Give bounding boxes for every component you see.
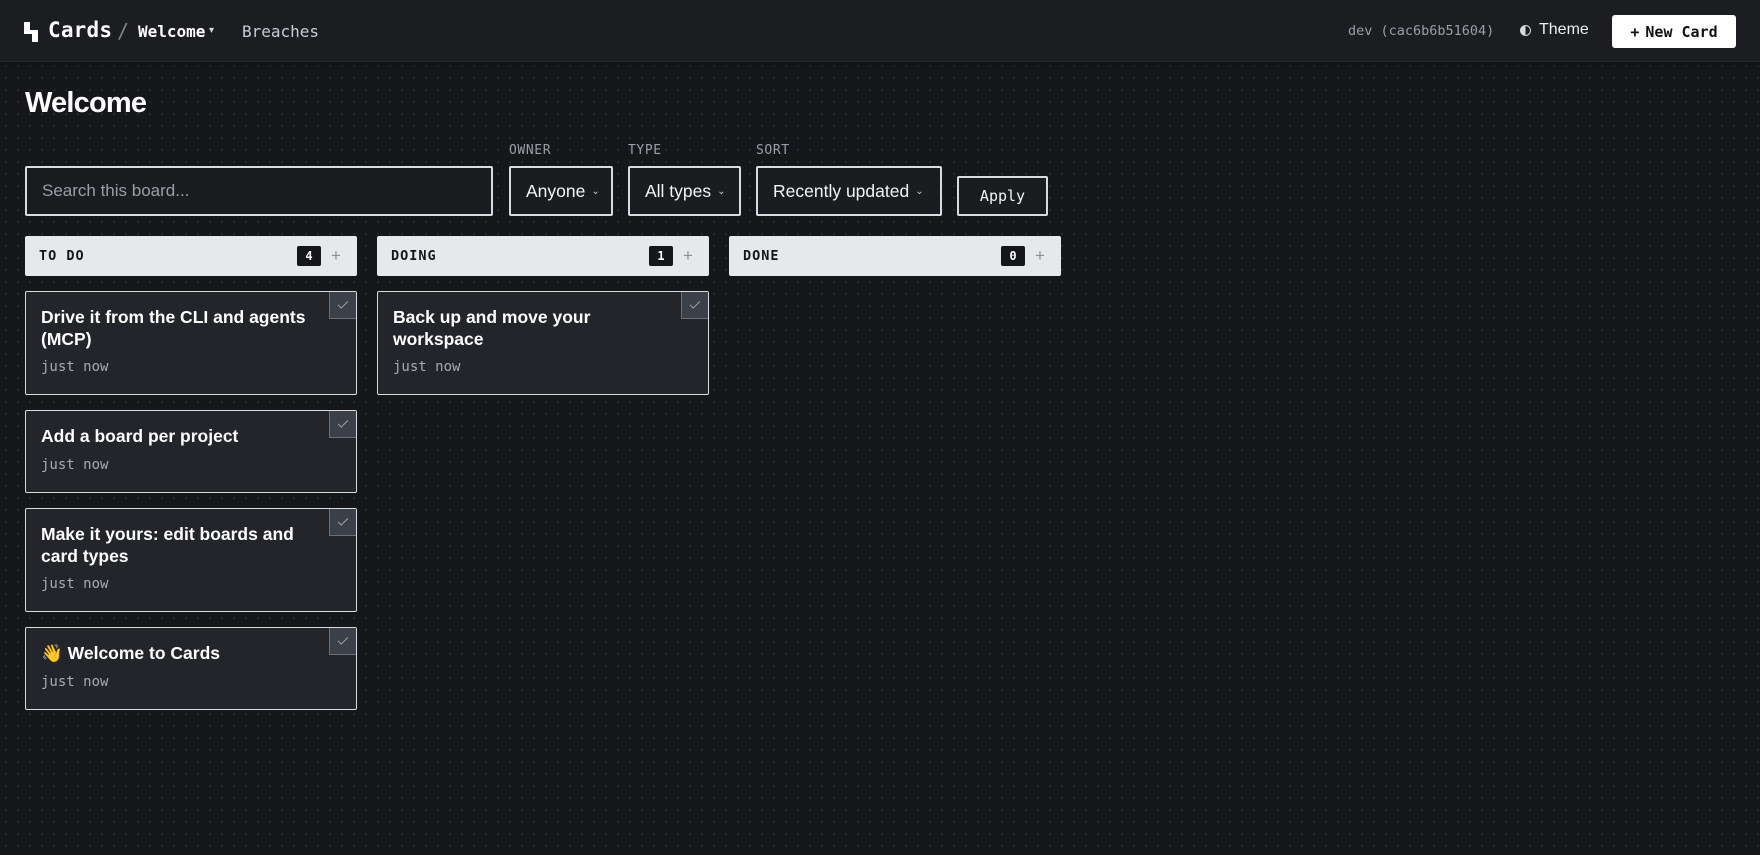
card-title: Add a board per project bbox=[41, 426, 239, 446]
type-filter-label: TYPE bbox=[628, 143, 662, 158]
new-card-label: New Card bbox=[1645, 22, 1718, 41]
column-header-done: DONE 0 + bbox=[729, 236, 1061, 276]
card-timestamp: just now bbox=[41, 359, 109, 375]
column-count-badge: 4 bbox=[297, 246, 321, 266]
chevron-down-icon: ⌄ bbox=[717, 185, 726, 197]
card[interactable]: Add a board per project just now bbox=[25, 410, 357, 493]
owner-filter-label: OWNER bbox=[509, 143, 552, 158]
brand-link[interactable]: Cards bbox=[48, 18, 112, 42]
card-timestamp: just now bbox=[41, 576, 109, 592]
checkmark-icon[interactable] bbox=[329, 292, 356, 319]
card[interactable]: 👋 Welcome to Cards just now bbox=[25, 627, 357, 710]
chevron-down-icon: ⌄ bbox=[915, 185, 924, 197]
type-select-value: All types bbox=[645, 180, 712, 201]
chevron-down-icon: ⌄ bbox=[591, 185, 600, 197]
sort-select-value: Recently updated bbox=[773, 180, 910, 201]
cards-logo-icon[interactable] bbox=[24, 22, 38, 42]
checkmark-icon[interactable] bbox=[329, 509, 356, 536]
card[interactable]: Drive it from the CLI and agents (MCP) j… bbox=[25, 291, 357, 395]
sort-filter-label: SORT bbox=[756, 143, 790, 158]
top-bar: Cards / Welcome ▾ Breaches dev (cac6b6b5… bbox=[0, 0, 1760, 62]
column-title: TO DO bbox=[39, 248, 85, 264]
column-title: DONE bbox=[743, 248, 780, 264]
card-title: Back up and move your workspace bbox=[393, 307, 591, 349]
plus-icon: + bbox=[1630, 22, 1640, 41]
card-timestamp: just now bbox=[393, 359, 461, 375]
owner-select[interactable]: Anyone ⌄ bbox=[509, 166, 613, 216]
card-title: Make it yours: edit boards and card type… bbox=[41, 524, 294, 566]
column-title: DOING bbox=[391, 248, 437, 264]
card-timestamp: just now bbox=[41, 673, 109, 690]
checkmark-icon[interactable] bbox=[681, 292, 708, 319]
add-card-plus-icon[interactable]: + bbox=[329, 246, 343, 266]
theme-toggle-button[interactable]: Theme bbox=[1520, 21, 1589, 39]
card-title: Drive it from the CLI and agents (MCP) bbox=[41, 307, 306, 349]
sort-select[interactable]: Recently updated ⌄ bbox=[756, 166, 942, 216]
add-card-plus-icon[interactable]: + bbox=[681, 246, 695, 266]
half-circle-theme-icon bbox=[1520, 24, 1531, 36]
card-timestamp: just now bbox=[41, 456, 109, 473]
environment-label: dev (cac6b6b51604) bbox=[1348, 23, 1495, 39]
nav-breaches-link[interactable]: Breaches bbox=[242, 22, 319, 41]
search-input[interactable] bbox=[25, 166, 493, 216]
type-select[interactable]: All types ⌄ bbox=[628, 166, 741, 216]
card[interactable]: Back up and move your workspace just now bbox=[377, 291, 709, 395]
checkmark-icon[interactable] bbox=[329, 628, 356, 655]
board-switcher[interactable]: Welcome bbox=[138, 22, 205, 41]
add-card-plus-icon[interactable]: + bbox=[1033, 246, 1047, 266]
page-title: Welcome bbox=[25, 87, 147, 119]
apply-button[interactable]: Apply bbox=[957, 176, 1048, 216]
breadcrumb-separator: / bbox=[117, 19, 130, 43]
card[interactable]: Make it yours: edit boards and card type… bbox=[25, 508, 357, 612]
checkmark-icon[interactable] bbox=[329, 411, 356, 438]
card-title: 👋 Welcome to Cards bbox=[41, 643, 221, 663]
column-header-todo: TO DO 4 + bbox=[25, 236, 357, 276]
chevron-down-icon[interactable]: ▾ bbox=[209, 25, 214, 36]
new-card-button[interactable]: + New Card bbox=[1612, 15, 1736, 48]
theme-label: Theme bbox=[1539, 21, 1589, 38]
column-count-badge: 0 bbox=[1001, 246, 1025, 266]
owner-select-value: Anyone bbox=[526, 180, 586, 201]
column-count-badge: 1 bbox=[649, 246, 673, 266]
column-header-doing: DOING 1 + bbox=[377, 236, 709, 276]
